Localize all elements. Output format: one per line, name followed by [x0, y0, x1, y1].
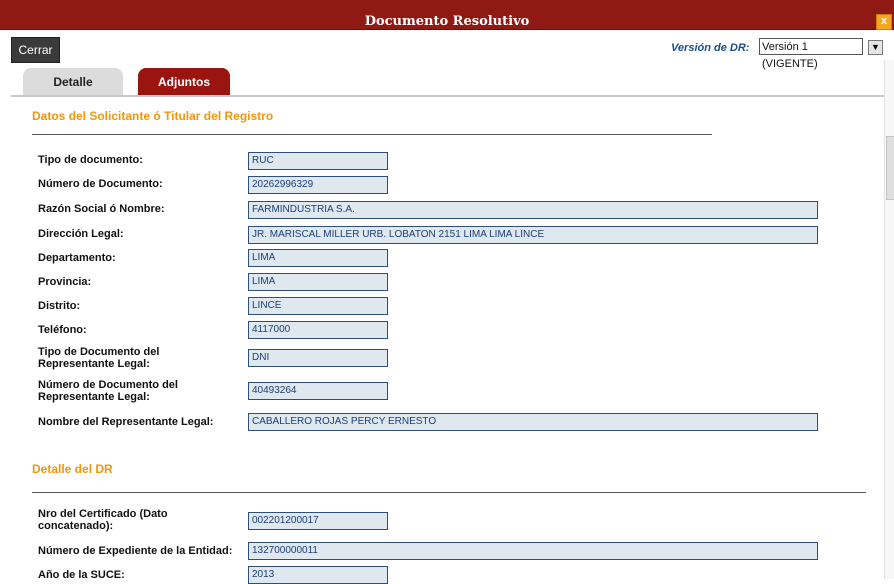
- section-divider: [32, 492, 866, 493]
- field-label-line: Tipo de Documento del: [38, 346, 160, 358]
- tipo-documento-field[interactable]: RUC: [248, 152, 388, 170]
- field-label: Tipo de documento:: [38, 154, 143, 166]
- distrito-field[interactable]: LINCE: [248, 297, 388, 315]
- field-label: Departamento:: [38, 252, 116, 264]
- field-label: Nombre del Representante Legal:: [38, 416, 214, 428]
- field-label: Teléfono:: [38, 324, 87, 336]
- tab-divider: [11, 95, 884, 97]
- field-label: Número de Expediente de la Entidad:: [38, 545, 233, 557]
- field-label-multiline: Nro del Certificado (Dato concatenado):: [38, 508, 168, 532]
- scrollbar-thumb[interactable]: [886, 136, 894, 200]
- razon-social-field[interactable]: FARMINDUSTRIA S.A.: [248, 201, 818, 219]
- version-label: Versión de DR:: [671, 42, 750, 54]
- field-label: Razón Social ó Nombre:: [38, 203, 165, 215]
- numero-documento-representante-field[interactable]: 40493264: [248, 382, 388, 400]
- field-label-line: concatenado):: [38, 520, 114, 532]
- field-label-line: Nro del Certificado (Dato: [38, 508, 168, 520]
- numero-documento-field[interactable]: 20262996329: [248, 176, 388, 194]
- anio-suce-field[interactable]: 2013: [248, 566, 388, 584]
- field-label-line: Número de Documento del: [38, 379, 178, 391]
- field-label: Número de Documento:: [38, 178, 163, 190]
- section-title-solicitante: Datos del Solicitante ó Titular del Regi…: [32, 109, 274, 123]
- tab-detalle[interactable]: Detalle: [23, 68, 123, 95]
- nombre-representante-field[interactable]: CABALLERO ROJAS PERCY ERNESTO: [248, 413, 818, 431]
- provincia-field[interactable]: LIMA: [248, 273, 388, 291]
- field-label-multiline: Número de Documento del Representante Le…: [38, 379, 178, 403]
- window-titlebar: Documento Resolutivo: [0, 0, 894, 30]
- field-label-multiline: Tipo de Documento del Representante Lega…: [38, 346, 159, 370]
- field-label-line: Representante Legal:: [38, 391, 150, 403]
- chevron-down-icon[interactable]: ▼: [868, 40, 883, 55]
- direccion-legal-field[interactable]: JR. MARISCAL MILLER URB. LOBATON 2151 LI…: [248, 226, 818, 244]
- field-label: Dirección Legal:: [38, 228, 124, 240]
- departamento-field[interactable]: LIMA: [248, 249, 388, 267]
- cerrar-button[interactable]: Cerrar: [11, 37, 60, 63]
- version-select[interactable]: Versión 1 (VIGENTE): [759, 38, 863, 70]
- field-label: Provincia:: [38, 276, 92, 288]
- close-icon[interactable]: x: [876, 14, 892, 30]
- window-title: Documento Resolutivo: [364, 14, 530, 29]
- section-title-detalle: Detalle del DR: [32, 462, 113, 476]
- field-label-line: Representante Legal:: [38, 358, 150, 370]
- section-divider: [32, 134, 712, 135]
- tipo-documento-representante-field[interactable]: DNI: [248, 349, 388, 367]
- numero-expediente-field[interactable]: 132700000011: [248, 542, 818, 560]
- telefono-field[interactable]: 4117000: [248, 321, 388, 339]
- nro-certificado-field[interactable]: 002201200017: [248, 512, 388, 530]
- field-label: Distrito:: [38, 300, 81, 312]
- tab-adjuntos[interactable]: Adjuntos: [138, 68, 230, 95]
- field-label: Año de la SUCE:: [38, 569, 125, 581]
